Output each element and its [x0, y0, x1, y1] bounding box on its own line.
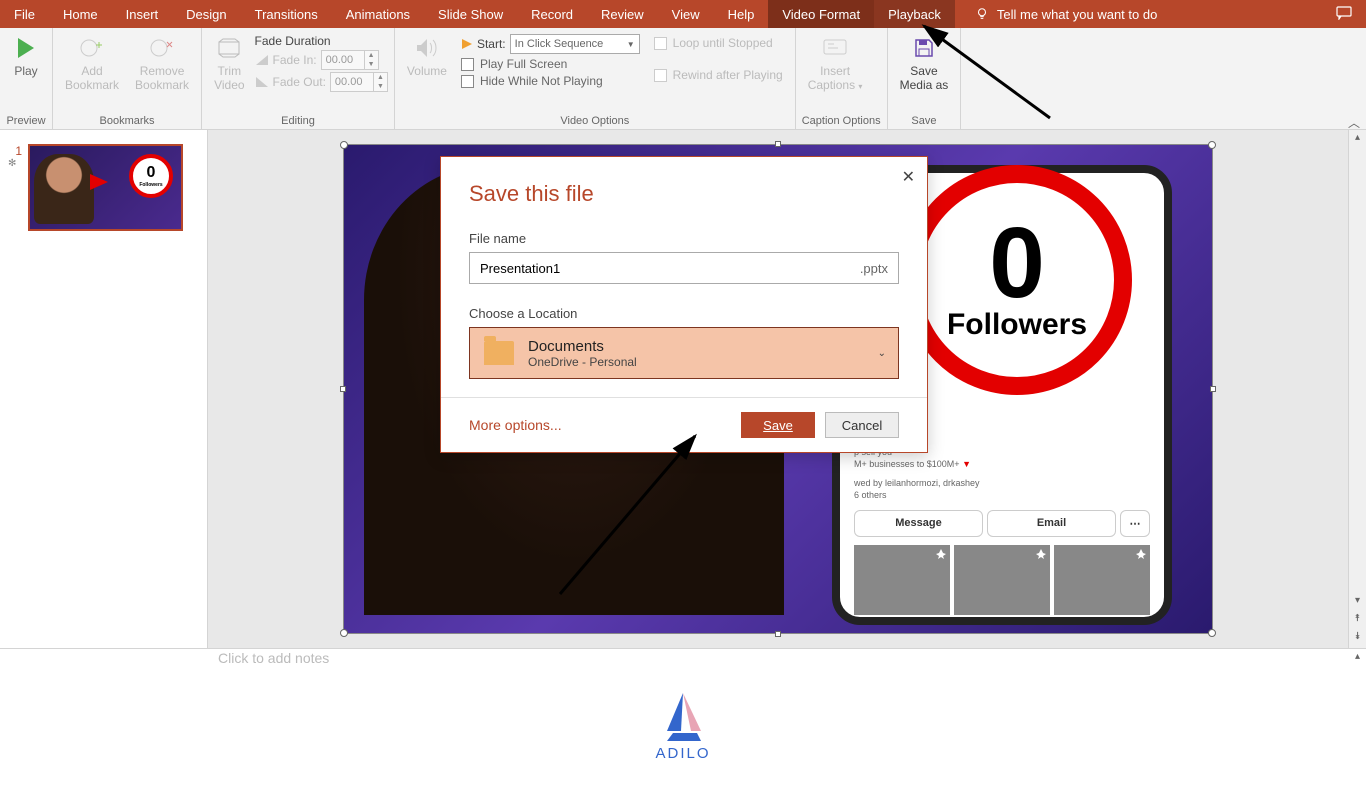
tab-design[interactable]: Design	[172, 0, 240, 28]
animation-indicator-icon: ✻	[8, 158, 22, 169]
trim-icon	[215, 34, 243, 62]
tab-animations[interactable]: Animations	[332, 0, 424, 28]
branding-area: ADILO	[0, 666, 1366, 786]
volume-button[interactable]: Volume	[401, 32, 453, 80]
filename-input[interactable]	[480, 261, 860, 276]
tab-review[interactable]: Review	[587, 0, 658, 28]
fade-out-row: Fade Out: 00.00▲▼	[255, 72, 388, 92]
vertical-scrollbar[interactable]: ▴ ▾ ⯭ ⯯	[1348, 130, 1366, 648]
pin-icon	[1036, 549, 1046, 559]
resize-handle[interactable]	[775, 141, 781, 147]
hide-not-playing-checkbox[interactable]: Hide While Not Playing	[461, 74, 640, 88]
tab-file[interactable]: File	[0, 0, 49, 28]
resize-handle[interactable]	[775, 631, 781, 637]
location-label: Choose a Location	[469, 306, 899, 321]
location-selector[interactable]: Documents OneDrive - Personal ⌄	[469, 327, 899, 379]
fade-in-input[interactable]: 00.00▲▼	[321, 50, 379, 70]
notes-collapse-icon[interactable]: ▴	[1355, 651, 1360, 662]
location-sub: OneDrive - Personal	[528, 355, 637, 369]
resize-handle[interactable]	[1208, 629, 1216, 637]
next-slide-icon[interactable]: ⯯	[1349, 631, 1366, 642]
tab-transitions[interactable]: Transitions	[241, 0, 332, 28]
location-name: Documents	[528, 338, 637, 355]
start-select[interactable]: In Click Sequence▼	[510, 34, 640, 54]
adilo-logo-icon	[653, 691, 713, 743]
fade-in-row: Fade In: 00.00▲▼	[255, 50, 388, 70]
slide-thumbnails-panel: 1 ✻ 0Followers	[0, 130, 208, 648]
slide-number: 1	[8, 144, 22, 158]
fade-in-icon	[255, 54, 269, 66]
brand-name: ADILO	[655, 745, 710, 762]
resize-handle[interactable]	[340, 141, 348, 149]
resize-handle[interactable]	[340, 629, 348, 637]
bookmark-add-icon	[78, 34, 106, 62]
group-video-options: Volume Start: In Click Sequence▼ Play Fu…	[395, 28, 796, 129]
tab-view[interactable]: View	[658, 0, 714, 28]
phone-email-button: Email	[987, 510, 1116, 537]
insert-captions-button[interactable]: Insert Captions ▾	[802, 32, 869, 95]
chevron-down-icon: ⌄	[878, 348, 886, 359]
cancel-button[interactable]: Cancel	[825, 412, 899, 438]
resize-handle[interactable]	[340, 386, 346, 392]
rewind-checkbox[interactable]: Rewind after Playing	[654, 68, 783, 82]
group-captions: Insert Captions ▾ Caption Options	[796, 28, 888, 129]
lightbulb-icon	[975, 7, 989, 21]
tab-slideshow[interactable]: Slide Show	[424, 0, 517, 28]
tab-video-format[interactable]: Video Format	[768, 0, 874, 28]
pin-icon	[1136, 549, 1146, 559]
group-save: Save Media as Save	[888, 28, 962, 129]
save-icon	[910, 34, 938, 62]
remove-bookmark-button[interactable]: Remove Bookmark	[129, 32, 195, 95]
tab-insert[interactable]: Insert	[112, 0, 173, 28]
tell-me-text: Tell me what you want to do	[997, 7, 1157, 22]
tell-me-search[interactable]: Tell me what you want to do	[955, 7, 1322, 22]
comments-icon[interactable]	[1322, 6, 1366, 23]
filename-input-wrap[interactable]: .pptx	[469, 252, 899, 284]
volume-icon	[413, 34, 441, 62]
tab-record[interactable]: Record	[517, 0, 587, 28]
save-file-dialog: ✕ Save this file File name .pptx Choose …	[440, 156, 928, 453]
dialog-close-button[interactable]: ✕	[902, 167, 915, 187]
captions-icon	[821, 34, 849, 62]
resize-handle[interactable]	[1210, 386, 1216, 392]
resize-handle[interactable]	[1208, 141, 1216, 149]
fade-out-icon	[255, 76, 269, 88]
phone-more-button: ⋯	[1120, 510, 1150, 537]
phone-message-button: Message	[854, 510, 983, 537]
ribbon-tabs: File Home Insert Design Transitions Anim…	[0, 0, 1366, 28]
group-editing: Trim Video Fade Duration Fade In: 00.00▲…	[202, 28, 395, 129]
more-options-link[interactable]: More options...	[469, 417, 562, 433]
fade-out-input[interactable]: 00.00▲▼	[330, 72, 388, 92]
notes-pane[interactable]: Click to add notes ▴	[0, 648, 1366, 666]
tab-home[interactable]: Home	[49, 0, 112, 28]
tab-playback[interactable]: Playback	[874, 0, 955, 28]
scroll-down-icon[interactable]: ▾	[1349, 595, 1366, 606]
group-bookmarks: Add Bookmark Remove Bookmark Bookmarks	[53, 28, 202, 129]
scroll-up-icon[interactable]: ▴	[1349, 132, 1366, 143]
slide-thumbnail-1[interactable]: 0Followers	[28, 144, 183, 231]
trim-video-button[interactable]: Trim Video	[208, 32, 250, 95]
loop-checkbox[interactable]: Loop until Stopped	[654, 36, 783, 50]
bookmark-remove-icon	[148, 34, 176, 62]
collapse-ribbon-icon[interactable]: ︿	[1348, 114, 1360, 131]
followers-badge: 0 Followers	[902, 165, 1132, 395]
group-preview: Play Preview	[0, 28, 53, 129]
save-media-button[interactable]: Save Media as	[894, 32, 955, 95]
fullscreen-checkbox[interactable]: Play Full Screen	[461, 57, 640, 71]
filename-label: File name	[469, 231, 899, 246]
ribbon-toolbar: Play Preview Add Bookmark Remove Bookmar…	[0, 28, 1366, 130]
folder-icon	[484, 341, 514, 365]
file-extension: .pptx	[860, 261, 888, 276]
add-bookmark-button[interactable]: Add Bookmark	[59, 32, 125, 95]
prev-slide-icon[interactable]: ⯭	[1349, 613, 1366, 624]
start-icon	[461, 38, 473, 50]
fade-duration-label: Fade Duration	[255, 34, 388, 48]
save-button[interactable]: Save	[741, 412, 815, 438]
play-button[interactable]: Play	[6, 32, 46, 80]
tab-help[interactable]: Help	[714, 0, 769, 28]
play-icon	[12, 34, 40, 62]
dialog-title: Save this file	[469, 181, 899, 207]
pin-icon	[936, 549, 946, 559]
